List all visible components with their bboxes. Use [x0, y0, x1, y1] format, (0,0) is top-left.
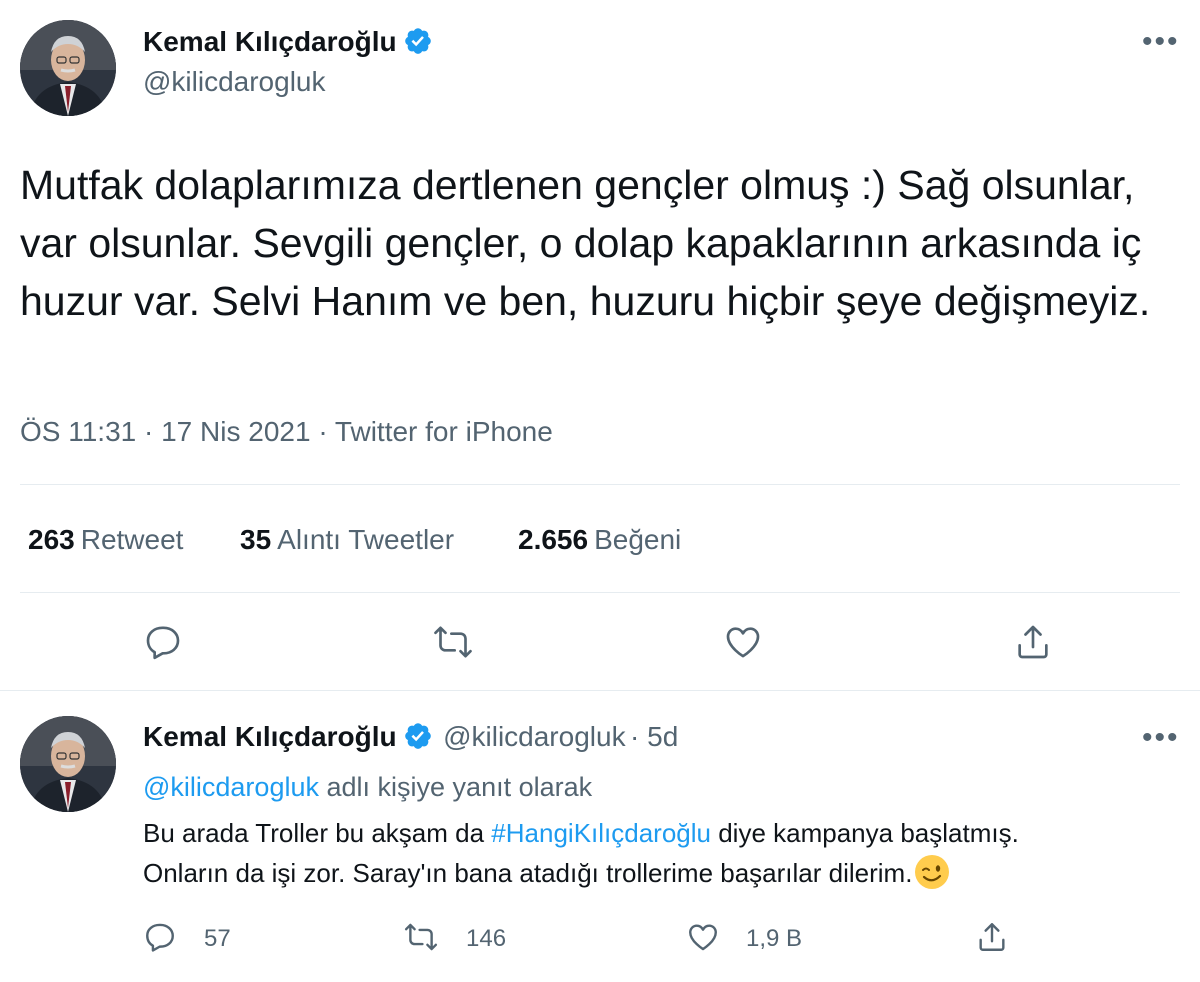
retweet-icon[interactable]	[404, 920, 438, 954]
likes-stat[interactable]: 2.656 Beğeni	[518, 524, 681, 556]
retweet-icon[interactable]	[433, 622, 473, 662]
author-avatar[interactable]	[20, 20, 116, 116]
like-icon[interactable]	[723, 622, 763, 662]
more-icon[interactable]: •••	[1142, 27, 1180, 57]
reply-icon[interactable]	[143, 920, 177, 954]
divider	[20, 592, 1180, 593]
reply-author-name[interactable]: Kemal Kılıçdaroğlu	[143, 721, 397, 752]
replying-to-link[interactable]: @kilicdarogluk	[143, 772, 319, 802]
share-icon[interactable]	[1013, 622, 1053, 662]
replying-to: @kilicdarogluk adlı kişiye yanıt olarak	[143, 767, 592, 807]
quotes-stat[interactable]: 35 Alıntı Tweetler	[240, 524, 454, 556]
reply-time[interactable]: · 5d	[630, 721, 678, 752]
reply-author-avatar[interactable]	[20, 716, 116, 812]
reply-count: 57	[204, 925, 231, 952]
retweet-count: 146	[466, 925, 507, 952]
author-handle[interactable]: @kilicdarogluk	[143, 66, 326, 98]
verified-icon	[404, 28, 431, 54]
tweet-text: Mutfak dolaplarımıza dertlenen gençler o…	[20, 162, 1151, 324]
reply-text-line-2: Onların da işi zor. Saray'ın bana atadığ…	[143, 853, 950, 893]
verified-icon	[404, 723, 431, 749]
reply-text-line-1: Bu arada Troller bu akşam da #HangiKılıç…	[143, 818, 1019, 848]
reply-author-handle[interactable]: @kilicdarogluk	[443, 721, 626, 752]
winking-face-emoji-icon	[915, 855, 950, 889]
author-name[interactable]: Kemal Kılıçdaroğlu	[143, 26, 433, 58]
replying-to-label: adlı kişiye yanıt olarak	[326, 772, 593, 802]
tweet-timestamp[interactable]: ÖS 11:31 · 17 Nis 2021 · Twitter for iPh…	[20, 416, 553, 448]
divider	[0, 690, 1200, 691]
more-icon[interactable]: •••	[1142, 723, 1180, 753]
retweets-stat[interactable]: 263 Retweet	[28, 524, 183, 556]
share-icon[interactable]	[975, 920, 1009, 954]
reply-header: Kemal Kılıçdaroğlu @kilicdarogluk · 5d	[143, 721, 678, 753]
divider	[20, 484, 1180, 485]
hashtag-link[interactable]: #HangiKılıçdaroğlu	[491, 818, 711, 848]
reply-icon[interactable]	[143, 622, 183, 662]
like-icon[interactable]	[686, 920, 720, 954]
like-count: 1,9 B	[746, 925, 803, 952]
